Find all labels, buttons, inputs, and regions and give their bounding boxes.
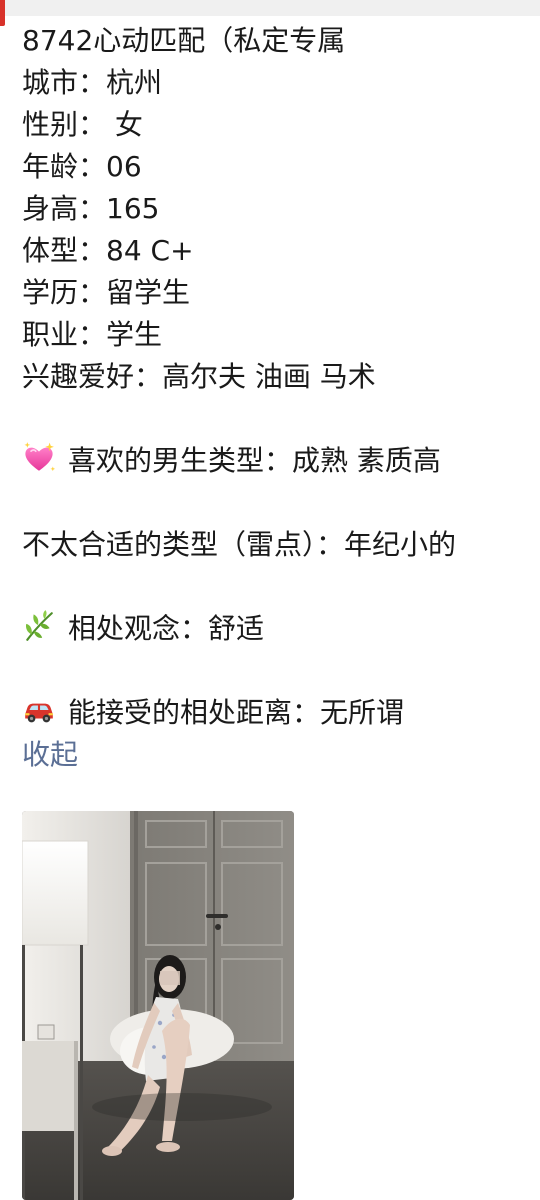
dealbreakers-text: 不太合适的类型（雷点）：年纪小的 xyxy=(22,528,457,561)
post-photo[interactable] xyxy=(22,811,294,1200)
sparkling-heart-icon xyxy=(24,442,56,472)
red-car-icon xyxy=(25,703,53,723)
distance-text: 能接受的相处距离：无所谓 xyxy=(68,696,405,729)
field-city: 城市：杭州 xyxy=(22,66,163,99)
post-title: 8742心动匹配（私定专属 xyxy=(22,24,346,57)
field-gender: 性别： 女 xyxy=(22,108,143,141)
relationship-view-line: 相处观念：舒适 xyxy=(22,608,540,650)
photo-woman-sitting-by-door xyxy=(22,811,294,1200)
field-height: 身高：165 xyxy=(22,192,160,225)
top-bar-strip xyxy=(0,0,540,26)
distance-line: 能接受的相处距离：无所谓 xyxy=(22,692,540,734)
field-hobbies: 兴趣爱好：高尔夫 油画 马术 xyxy=(22,360,376,393)
field-age: 年龄：06 xyxy=(22,150,142,183)
field-occupation: 职业：学生 xyxy=(22,318,163,351)
relationship-view-text: 相处观念：舒适 xyxy=(68,612,265,645)
top-accent-mark xyxy=(0,0,5,26)
field-body-type: 体型：84 C+ xyxy=(22,234,194,267)
collapse-link[interactable]: 收起 xyxy=(22,734,540,776)
field-education: 学历：留学生 xyxy=(22,276,191,309)
herb-leaf-icon xyxy=(25,610,53,641)
preferred-type-line: 喜欢的男生类型：成熟 素质高 xyxy=(22,440,540,482)
post-body: 8742心动匹配（私定专属 城市：杭州 性别： 女 年龄：06 身高：165 体… xyxy=(22,20,540,776)
preferred-type-text: 喜欢的男生类型：成熟 素质高 xyxy=(68,444,441,477)
